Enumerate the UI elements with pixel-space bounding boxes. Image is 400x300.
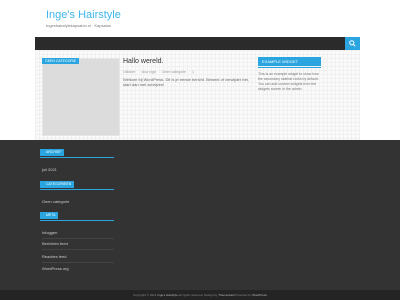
post-date[interactable]: Oktober: [123, 70, 135, 74]
footer-meta-title: Meta: [40, 212, 116, 221]
site-title[interactable]: Inge's Hairstyle: [46, 9, 121, 21]
footer-meta-comments-feed[interactable]: Reacties feed: [42, 254, 66, 259]
post-category-tag[interactable]: Geen categorie: [42, 58, 80, 64]
post-category[interactable]: Geen categorie: [162, 70, 186, 74]
footer-archives-title: Archief: [40, 149, 116, 158]
footer-meta-login[interactable]: Inloggen: [42, 230, 57, 235]
copyright-site-link[interactable]: Inge's Hairstyle: [157, 293, 177, 297]
copyright-text: Copyright © 2021: [133, 293, 157, 297]
search-icon: [349, 40, 356, 47]
site-description: Ingeshairstylekapsalon.nl · Kapsalon: [46, 23, 112, 28]
site-header: Inge's Hairstyle Ingeshairstylekapsalon.…: [0, 0, 400, 35]
post-title[interactable]: Hallo wereld.: [123, 58, 251, 66]
footer-meta-posts-feed[interactable]: Berichten feed: [42, 241, 68, 246]
platform-link[interactable]: WordPress: [252, 293, 267, 297]
footer-widgets: Archief juli 2021 Categorieën Geen categ…: [0, 140, 400, 290]
sidebar-widget-title: Example Widget: [258, 57, 321, 68]
footer-categories-title: Categorieën: [40, 181, 115, 190]
post-entry: Hallo wereld. Oktober door inge Geen cat…: [123, 58, 251, 87]
theme-link[interactable]: ThemeHunk: [218, 293, 234, 297]
post-thumbnail[interactable]: [42, 58, 120, 136]
divider: [42, 249, 114, 250]
divider: [42, 238, 114, 239]
footer-archive-item[interactable]: juli 2021: [42, 167, 57, 172]
footer-bottom-bar: Copyright © 2021 Inge's Hairstyle All ri…: [0, 290, 400, 300]
sidebar-widget-text: This is an example widget to show how th…: [258, 72, 319, 91]
sidebar: Example Widget This is an example widget…: [258, 57, 321, 92]
main-navigation: [35, 37, 360, 50]
divider: [42, 262, 114, 263]
post-meta: Oktober door inge Geen categorie 1: [123, 70, 251, 74]
post-author[interactable]: door inge: [141, 70, 156, 74]
post-excerpt: Welkom bij WordPress. Dit is je eerste b…: [123, 77, 249, 87]
footer-category-item[interactable]: Geen categorie: [42, 199, 69, 204]
search-button[interactable]: [345, 37, 360, 50]
rights-text: All rights reserved. Design by: [178, 293, 218, 297]
post-comments-count[interactable]: 1: [192, 70, 194, 74]
powered-text: Powered by: [235, 293, 252, 297]
footer-meta-wordpress-org[interactable]: WordPress.org: [42, 266, 69, 271]
